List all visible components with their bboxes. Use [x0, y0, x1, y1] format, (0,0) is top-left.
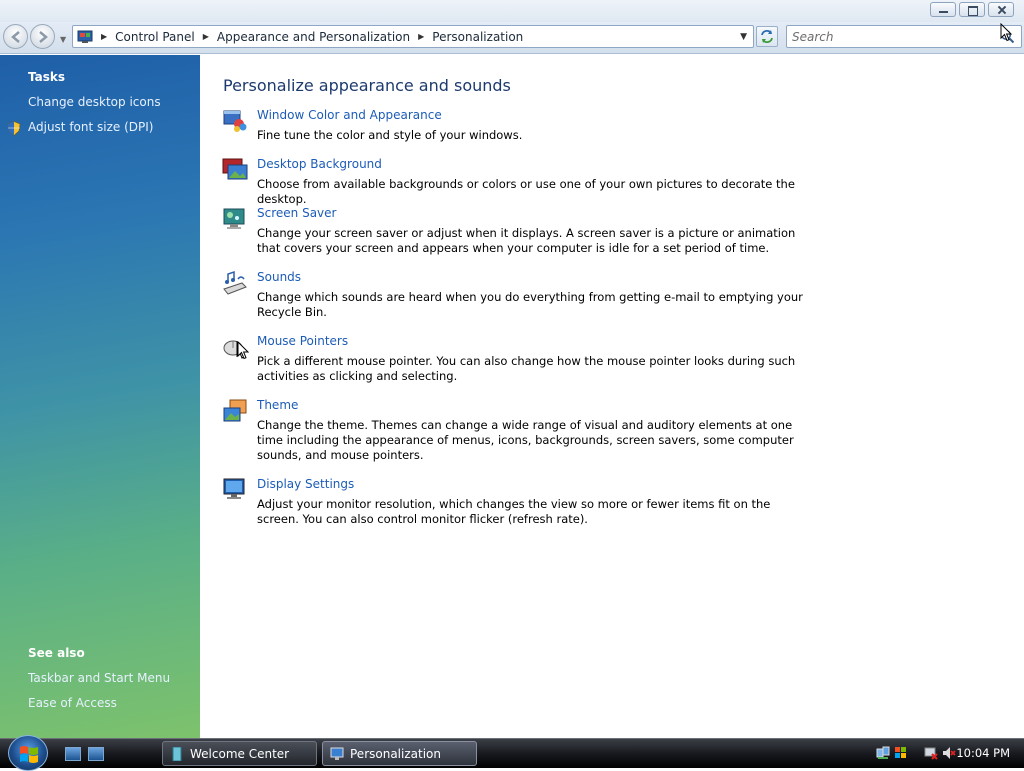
theme-link[interactable]: Theme — [257, 398, 298, 412]
network-icon[interactable] — [876, 746, 890, 760]
item-description: Fine tune the color and style of your wi… — [257, 128, 523, 142]
refresh-icon — [761, 30, 773, 43]
windows-logo-icon — [20, 746, 38, 763]
theme-icon — [223, 399, 247, 422]
display-settings-link[interactable]: Display Settings — [257, 477, 354, 491]
search-placeholder: Search — [792, 30, 834, 44]
breadcrumb-chevron-icon[interactable]: ▶ — [203, 32, 209, 41]
start-button[interactable] — [8, 735, 48, 771]
tasks-heading: Tasks — [28, 70, 66, 84]
taskbar-button-personalization[interactable]: Personalization — [322, 741, 477, 766]
item-description: Adjust your monitor resolution, which ch… — [257, 497, 771, 526]
screen-saver-link[interactable]: Screen Saver — [257, 206, 336, 220]
refresh-button[interactable] — [756, 26, 778, 47]
desktop-background-link[interactable]: Desktop Background — [257, 157, 382, 171]
taskbar-button-welcome-center[interactable]: Welcome Center — [162, 741, 317, 766]
screen-saver-icon — [223, 208, 245, 229]
change-desktop-icons-link[interactable]: Change desktop icons — [28, 95, 161, 109]
search-input[interactable]: Search — [786, 25, 1022, 48]
see-also-heading: See also — [28, 646, 85, 660]
taskbar-button-label: Personalization — [350, 746, 441, 761]
taskbar-start-menu-link[interactable]: Taskbar and Start Menu — [28, 671, 170, 685]
desktop-background-icon — [222, 158, 248, 180]
window-color-link[interactable]: Window Color and Appearance — [257, 108, 442, 122]
forward-button[interactable] — [30, 24, 55, 49]
minimize-button[interactable] — [930, 2, 956, 17]
address-dropdown-icon[interactable]: ▼ — [740, 32, 747, 42]
personalization-icon — [330, 747, 344, 760]
mouse-cursor-icon — [1000, 23, 1012, 42]
back-arrow-icon — [11, 31, 20, 43]
breadcrumb-chevron-icon[interactable]: ▶ — [101, 32, 107, 41]
breadcrumb-chevron-icon[interactable]: ▶ — [418, 32, 424, 41]
window-controls — [930, 2, 1014, 17]
task-pane: Tasks Change desktop icons Adjust font s… — [0, 55, 200, 738]
breadcrumb-personalization[interactable]: Personalization — [432, 30, 523, 44]
close-button[interactable] — [988, 2, 1014, 17]
back-button[interactable] — [3, 24, 28, 49]
display-settings-icon — [223, 478, 245, 499]
breadcrumb-control-panel[interactable]: Control Panel — [115, 30, 195, 44]
item-description: Change your screen saver or adjust when … — [257, 226, 796, 255]
maximize-button[interactable] — [959, 2, 985, 17]
item-description: Pick a different mouse pointer. You can … — [257, 354, 796, 383]
sounds-icon — [223, 270, 247, 295]
mouse-cursor-icon — [237, 341, 249, 360]
control-panel-icon — [77, 30, 93, 43]
uac-shield-icon — [7, 121, 21, 136]
clock[interactable]: 10:04 PM — [956, 746, 1010, 760]
address-field[interactable]: ▶ Control Panel ▶ Appearance and Persona… — [72, 25, 754, 48]
window-color-icon — [223, 110, 247, 132]
recent-pages-dropdown[interactable]: ▼ — [60, 35, 66, 44]
breadcrumb-appearance[interactable]: Appearance and Personalization — [217, 30, 410, 44]
page-title: Personalize appearance and sounds — [223, 76, 511, 95]
adjust-font-size-link[interactable]: Adjust font size (DPI) — [28, 120, 153, 134]
breadcrumb: ▶ Control Panel ▶ Appearance and Persona… — [99, 30, 523, 44]
taskbar: Welcome Center Personalization 10:04 PM — [0, 735, 1024, 771]
item-description: Change the theme. Themes can change a wi… — [257, 418, 794, 462]
ease-of-access-link[interactable]: Ease of Access — [28, 696, 117, 710]
address-bar: ▼ ▶ Control Panel ▶ Appearance and Perso… — [0, 22, 1024, 54]
switch-windows-icon[interactable] — [88, 747, 104, 761]
item-description: Change which sounds are heard when you d… — [257, 290, 803, 319]
welcome-center-icon — [172, 747, 182, 761]
item-description: Choose from available backgrounds or col… — [257, 177, 795, 206]
taskbar-button-label: Welcome Center — [190, 746, 290, 761]
sounds-link[interactable]: Sounds — [257, 270, 301, 284]
title-bar — [0, 0, 1024, 22]
mouse-pointers-link[interactable]: Mouse Pointers — [257, 334, 348, 348]
forward-arrow-icon — [39, 31, 48, 43]
system-tray: 10:04 PM — [864, 739, 1024, 768]
main-content: Personalize appearance and sounds Window… — [200, 55, 1024, 738]
volume-muted-icon[interactable] — [942, 746, 956, 760]
security-center-icon[interactable] — [894, 746, 908, 760]
show-desktop-icon[interactable] — [65, 747, 81, 761]
network-disconnected-icon[interactable] — [924, 746, 938, 760]
